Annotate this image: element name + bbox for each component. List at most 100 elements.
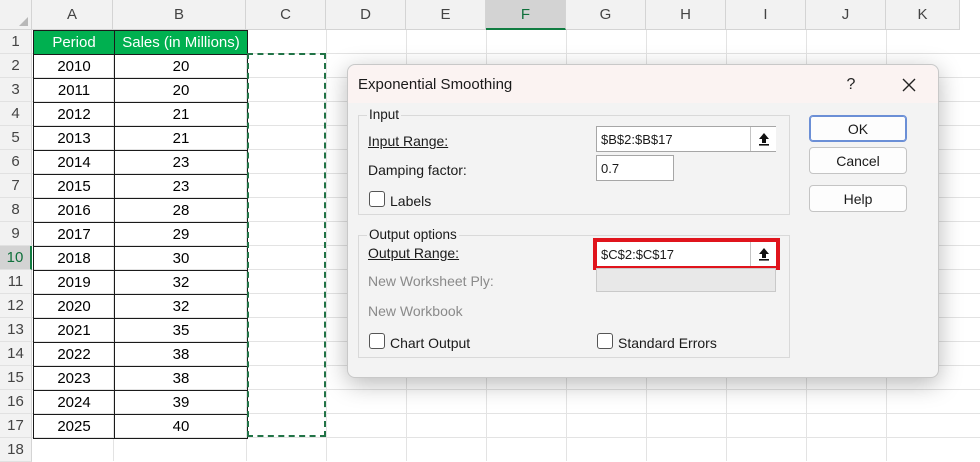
sales-cell[interactable]: 23 [114, 150, 248, 175]
row-header[interactable]: 1 [0, 30, 32, 54]
sales-cell[interactable]: 29 [114, 222, 248, 247]
output-range-label: Output Range: [368, 245, 459, 261]
sales-cell[interactable]: 23 [114, 174, 248, 199]
table-row: 2023 38 [33, 366, 248, 391]
cancel-button[interactable]: Cancel [809, 147, 907, 174]
new-worksheet-ply-field [596, 268, 776, 292]
standard-errors-checkbox[interactable] [597, 333, 613, 349]
sales-cell[interactable]: 35 [114, 318, 248, 343]
sales-cell[interactable]: 32 [114, 270, 248, 295]
sales-cell[interactable]: 20 [114, 54, 248, 79]
row-header[interactable]: 14 [0, 342, 32, 366]
sales-cell[interactable]: 39 [114, 390, 248, 415]
period-cell[interactable]: 2014 [33, 150, 115, 175]
sales-cell[interactable]: 32 [114, 294, 248, 319]
sales-cell[interactable]: 28 [114, 198, 248, 223]
period-cell[interactable]: 2010 [33, 54, 115, 79]
period-cell[interactable]: 2023 [33, 366, 115, 391]
sales-cell[interactable]: 38 [114, 366, 248, 391]
header-cell-sales[interactable]: Sales (in Millions) [114, 30, 248, 55]
input-range-field[interactable]: $B$2:$B$17 [596, 126, 776, 152]
column-header-f[interactable]: F [486, 0, 566, 30]
period-cell[interactable]: 2018 [33, 246, 115, 271]
column-header-b[interactable]: B [113, 0, 246, 30]
period-cell[interactable]: 2012 [33, 102, 115, 127]
damping-factor-field[interactable]: 0.7 [596, 155, 674, 181]
row-header[interactable]: 16 [0, 390, 32, 414]
row-header[interactable]: 3 [0, 78, 32, 102]
dialog-title: Exponential Smoothing [358, 76, 513, 93]
sales-cell[interactable]: 20 [114, 78, 248, 103]
exponential-smoothing-dialog: Exponential Smoothing ? Input Input Rang… [347, 64, 939, 378]
column-header-a[interactable]: A [32, 0, 113, 30]
column-header-d[interactable]: D [326, 0, 406, 30]
table-row: 2022 38 [33, 342, 248, 367]
close-button[interactable] [896, 73, 922, 97]
help-question-button[interactable]: ? [838, 74, 864, 96]
input-range-label: Input Range: [368, 133, 448, 149]
table-row: 2025 40 [33, 414, 248, 439]
row-header[interactable]: 9 [0, 222, 32, 246]
period-cell[interactable]: 2022 [33, 342, 115, 367]
row-header[interactable]: 5 [0, 126, 32, 150]
chart-output-checkbox[interactable] [369, 333, 385, 349]
ok-button[interactable]: OK [809, 115, 907, 142]
table-row: 2017 29 [33, 222, 248, 247]
damping-factor-label: Damping factor: [368, 162, 467, 178]
standard-errors-label[interactable]: Standard Errors [618, 335, 717, 351]
sales-cell[interactable]: 38 [114, 342, 248, 367]
table-row: 2015 23 [33, 174, 248, 199]
row-header[interactable]: 6 [0, 150, 32, 174]
row-header[interactable]: 4 [0, 102, 32, 126]
period-cell[interactable]: 2025 [33, 414, 115, 439]
close-icon [902, 78, 916, 92]
row-header[interactable]: 11 [0, 270, 32, 294]
period-cell[interactable]: 2020 [33, 294, 115, 319]
row-header-active[interactable]: 10 [0, 246, 32, 270]
period-cell[interactable]: 2019 [33, 270, 115, 295]
help-button[interactable]: Help [809, 185, 907, 212]
labels-checkbox-label[interactable]: Labels [390, 193, 431, 209]
column-header-c[interactable]: C [246, 0, 326, 30]
chart-output-label[interactable]: Chart Output [390, 335, 470, 351]
column-header-i[interactable]: I [726, 0, 806, 30]
row-header[interactable]: 15 [0, 366, 32, 390]
sales-cell[interactable]: 30 [114, 246, 248, 271]
table-row: 2012 21 [33, 102, 248, 127]
period-cell[interactable]: 2017 [33, 222, 115, 247]
period-cell[interactable]: 2024 [33, 390, 115, 415]
row-header[interactable]: 2 [0, 54, 32, 78]
table-header-row: Period Sales (in Millions) [33, 30, 248, 55]
sales-cell[interactable]: 21 [114, 126, 248, 151]
sales-cell[interactable]: 21 [114, 102, 248, 127]
period-cell[interactable]: 2015 [33, 174, 115, 199]
row-header[interactable]: 12 [0, 294, 32, 318]
labels-checkbox[interactable] [369, 191, 385, 207]
table-row: 2021 35 [33, 318, 248, 343]
input-range-collapse-button[interactable] [750, 127, 776, 151]
period-cell[interactable]: 2016 [33, 198, 115, 223]
sales-cell[interactable]: 40 [114, 414, 248, 439]
row-header[interactable]: 13 [0, 318, 32, 342]
row-header[interactable]: 8 [0, 198, 32, 222]
table-row: 2011 20 [33, 78, 248, 103]
row-header[interactable]: 17 [0, 414, 32, 438]
row-header[interactable]: 7 [0, 174, 32, 198]
period-cell[interactable]: 2021 [33, 318, 115, 343]
row-header[interactable]: 18 [0, 438, 32, 462]
input-group-title: Input [367, 107, 402, 122]
output-group-title: Output options [367, 227, 459, 242]
column-header-g[interactable]: G [566, 0, 646, 30]
header-cell-period[interactable]: Period [33, 30, 115, 55]
period-cell[interactable]: 2011 [33, 78, 115, 103]
select-all-corner[interactable] [0, 0, 32, 30]
column-header-j[interactable]: J [806, 0, 886, 30]
column-header-h[interactable]: H [646, 0, 726, 30]
output-range-label-text: Output Range: [368, 245, 460, 261]
column-header-k[interactable]: K [886, 0, 960, 30]
input-range-value: $B$2:$B$17 [601, 132, 673, 147]
table-row: 2020 32 [33, 294, 248, 319]
period-cell[interactable]: 2013 [33, 126, 115, 151]
new-worksheet-ply-label: New Worksheet Ply: [368, 273, 494, 289]
column-header-e[interactable]: E [406, 0, 486, 30]
